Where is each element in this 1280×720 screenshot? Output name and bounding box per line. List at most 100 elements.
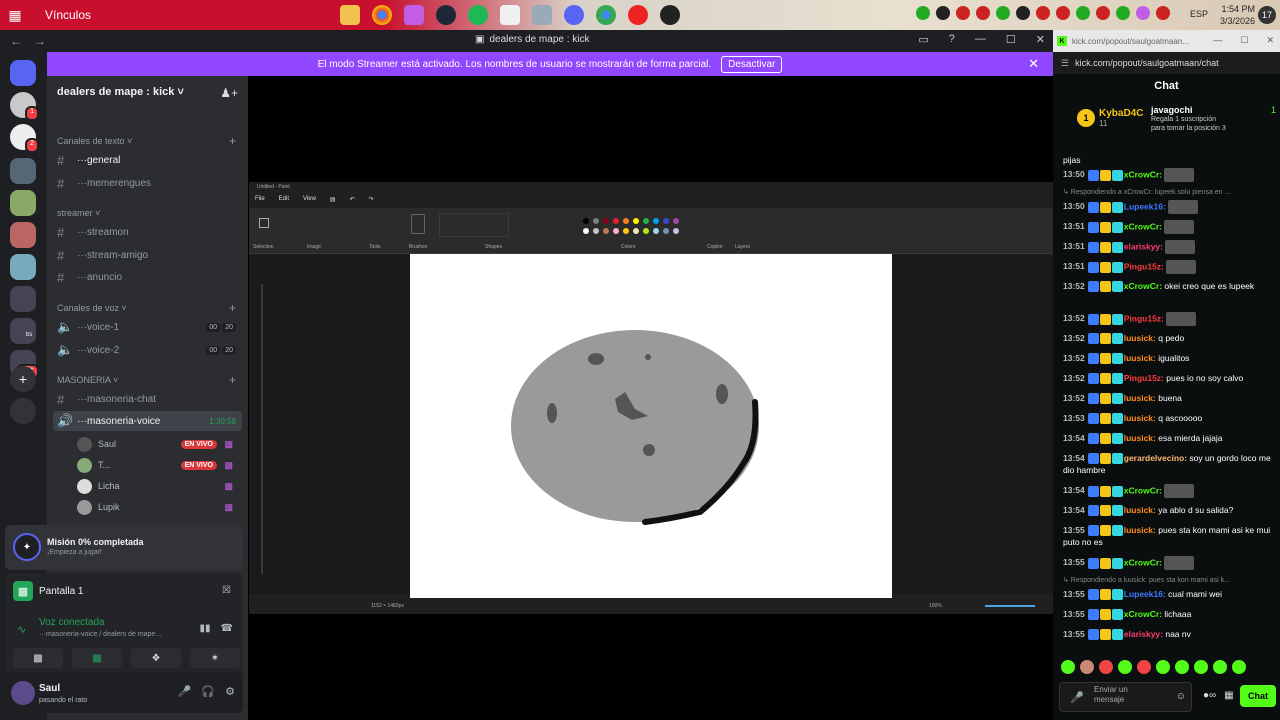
- voice-channel-1[interactable]: 🔈 ···voice-1 00 20: [57, 317, 242, 337]
- activities-button[interactable]: ❖: [131, 648, 181, 668]
- redo-icon[interactable]: ↷: [369, 196, 374, 203]
- add-member-icon[interactable]: ♟+: [220, 86, 238, 100]
- mission-card[interactable]: ✦ Misión 0% completada ¡Empieza a jugar!: [5, 525, 243, 570]
- camera-off-button[interactable]: ▩: [13, 648, 63, 668]
- color-swatch[interactable]: [663, 218, 669, 224]
- chrome-icon-2[interactable]: [596, 5, 616, 25]
- voice-user[interactable]: Lupik ▩: [77, 498, 237, 516]
- chat-message[interactable]: 13:52 luusick: igualitos: [1063, 352, 1275, 365]
- mic-icon[interactable]: 🎤: [1070, 691, 1084, 704]
- tray-icon[interactable]: [956, 6, 970, 20]
- message-username[interactable]: luusick:: [1124, 433, 1158, 443]
- category-voice[interactable]: Canales de voz ˅: [57, 303, 127, 313]
- shapes-gallery[interactable]: [439, 213, 509, 237]
- chat-message[interactable]: 13:55 xCrowCr: lichaaa: [1063, 608, 1275, 621]
- nav-arrows[interactable]: ←→: [10, 34, 58, 48]
- disconnect-icon[interactable]: ☎: [221, 623, 233, 634]
- mic-icon[interactable]: 🎤: [178, 685, 192, 698]
- tray-icon[interactable]: [1156, 6, 1170, 20]
- server-folder[interactable]: [10, 286, 36, 312]
- calendar-icon[interactable]: [500, 5, 520, 25]
- chat-message[interactable]: 13:51 elariskyy:: [1063, 240, 1275, 254]
- brush-tool[interactable]: [411, 214, 425, 234]
- category-text-channels[interactable]: Canales de texto ˅: [57, 136, 132, 146]
- message-username[interactable]: xCrowCr:: [1124, 281, 1165, 291]
- close-icon[interactable]: ✕: [1266, 35, 1274, 46]
- minimize-icon[interactable]: —: [975, 33, 986, 46]
- headphones-icon[interactable]: 🎧: [201, 685, 215, 698]
- color-swatch[interactable]: [603, 218, 609, 224]
- color-swatch[interactable]: [653, 228, 659, 234]
- emote-icon[interactable]: [1213, 660, 1227, 674]
- undo-icon[interactable]: ↶: [350, 196, 355, 203]
- color-swatch[interactable]: [623, 218, 629, 224]
- soundboard-button[interactable]: ✶: [190, 648, 240, 668]
- color-swatch[interactable]: [623, 228, 629, 234]
- chat-message[interactable]: pijas: [1063, 154, 1275, 166]
- channel-general[interactable]: # ···general: [57, 150, 242, 170]
- menu-file[interactable]: File: [255, 196, 265, 203]
- color-swatch[interactable]: [613, 218, 619, 224]
- notification-badge[interactable]: 17: [1258, 6, 1276, 24]
- users-icon[interactable]: ●∞: [1203, 690, 1216, 701]
- message-username[interactable]: luusick:: [1124, 505, 1158, 515]
- category-streamer[interactable]: streamer ˅: [57, 208, 100, 218]
- spotify-icon[interactable]: [468, 5, 488, 25]
- tray-icon[interactable]: [1016, 6, 1030, 20]
- top-gifter[interactable]: 1 KybaD4C 11: [1077, 108, 1143, 128]
- username[interactable]: Saul: [39, 683, 60, 694]
- message-username[interactable]: xCrowCr:: [1124, 609, 1165, 619]
- voice-user[interactable]: Licha ▩: [77, 477, 237, 495]
- side-slider[interactable]: [261, 284, 263, 574]
- message-username[interactable]: xCrowCr:: [1124, 221, 1165, 231]
- chat-input[interactable]: 🎤 Enviar un mensaje ☺: [1059, 682, 1192, 712]
- emoji-icon[interactable]: ☺: [1176, 691, 1186, 702]
- color-swatch[interactable]: [643, 228, 649, 234]
- color-swatch[interactable]: [663, 228, 669, 234]
- color-swatch[interactable]: [603, 228, 609, 234]
- message-username[interactable]: luusick:: [1124, 333, 1158, 343]
- channel-stream-amigo[interactable]: # ···stream-amigo: [57, 245, 242, 265]
- server-icon[interactable]: [10, 222, 36, 248]
- add-channel-icon[interactable]: +: [229, 301, 236, 315]
- tray-icon[interactable]: [1116, 6, 1130, 20]
- dm-avatar[interactable]: 2: [10, 124, 39, 153]
- noise-suppression-icon[interactable]: ▮▮: [200, 623, 211, 634]
- chat-message[interactable]: 13:55 Lupeek16: cual mami wei: [1063, 588, 1275, 601]
- chat-message[interactable]: 13:55 xCrowCr:: [1063, 556, 1275, 570]
- dm-avatar[interactable]: 1: [10, 92, 39, 121]
- store-icon[interactable]: ▦: [1224, 690, 1233, 701]
- message-username[interactable]: xCrowCr:: [1124, 485, 1165, 495]
- channel-streamon[interactable]: # ···streamon: [57, 222, 242, 242]
- message-username[interactable]: elariskyy:: [1124, 629, 1166, 639]
- photos-icon[interactable]: [532, 5, 552, 25]
- reply-context[interactable]: ↳ Respondiendo a luusick: pues sta kon m…: [1063, 576, 1275, 584]
- emote-icon[interactable]: [1175, 660, 1189, 674]
- reply-context[interactable]: ↳ Respondiendo a xCrowCr: lupeek solo pi…: [1063, 188, 1275, 196]
- color-swatch[interactable]: [593, 218, 599, 224]
- message-username[interactable]: luusick:: [1124, 525, 1158, 535]
- chat-message[interactable]: 13:54 luusick: ya ablo d su salida?: [1063, 504, 1275, 517]
- color-swatch[interactable]: [653, 218, 659, 224]
- obs-icon[interactable]: [660, 5, 680, 25]
- emote-icon[interactable]: [1156, 660, 1170, 674]
- help-icon[interactable]: ?: [949, 33, 955, 46]
- menu-edit[interactable]: Edit: [279, 196, 289, 203]
- voice-user[interactable]: T... EN VIVO ▩: [77, 456, 237, 474]
- emote-icon[interactable]: [1080, 660, 1094, 674]
- color-swatch[interactable]: [613, 228, 619, 234]
- server-folder[interactable]: bs: [10, 318, 36, 344]
- category-masoneria[interactable]: MASONERIA ˅: [57, 375, 118, 385]
- chat-message[interactable]: 13:52 luusick: buena: [1063, 392, 1275, 405]
- tray-icon[interactable]: [936, 6, 950, 20]
- voice-user[interactable]: Saul EN VIVO ▩: [77, 435, 237, 453]
- address-bar[interactable]: ☰ kick.com/popout/saulgoatmaan/chat: [1053, 52, 1280, 74]
- color-swatch[interactable]: [593, 228, 599, 234]
- gear-icon[interactable]: ⚙: [225, 685, 235, 698]
- language-indicator[interactable]: ESP: [1190, 9, 1208, 19]
- color-swatch[interactable]: [633, 218, 639, 224]
- chat-message[interactable]: 13:52 Pingu15z:: [1063, 312, 1275, 326]
- add-server-icon[interactable]: +: [10, 366, 36, 392]
- chat-message[interactable]: 13:53 luusick: q ascooooo: [1063, 412, 1275, 425]
- close-icon[interactable]: ✕: [1036, 33, 1045, 46]
